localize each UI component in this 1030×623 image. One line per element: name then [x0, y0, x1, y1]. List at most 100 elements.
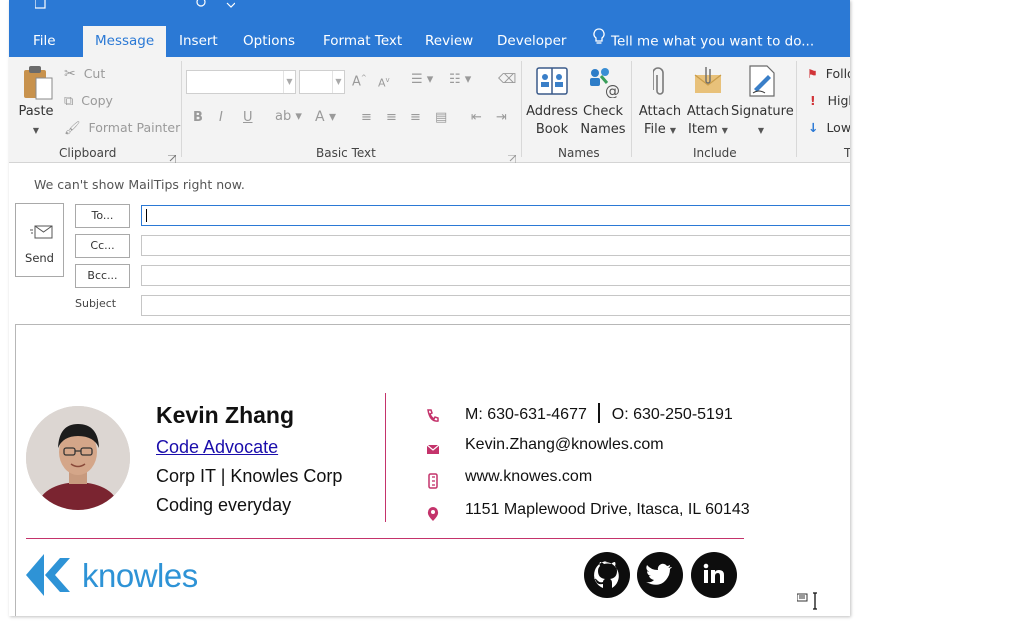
dialog-launcher-icon[interactable] — [508, 148, 517, 167]
ribbon: Paste ▼ ✂ Cut ⧉ Copy 🖌 Format Painter Cli… — [9, 57, 850, 163]
phone-icon — [425, 408, 441, 424]
outlook-message-window: File Message Insert Options Format Text … — [9, 0, 850, 616]
align-right-icon[interactable]: ≡ — [410, 110, 421, 125]
chevron-down-icon: ▼ — [721, 126, 728, 135]
chevron-down-icon: ▼ — [669, 126, 677, 135]
low-importance-button[interactable]: ↓ Low — [808, 120, 850, 135]
numbering-icon[interactable]: ☷ ▾ — [449, 72, 471, 87]
font-name-combo[interactable]: ▼ — [186, 70, 296, 94]
decrease-indent-icon[interactable]: ⇤ — [471, 110, 482, 125]
paste-button[interactable]: Paste ▼ — [15, 103, 57, 140]
chevron-down-icon: ▼ — [757, 126, 765, 135]
bcc-button[interactable]: Bcc... — [75, 264, 130, 288]
twitter-icon[interactable] — [637, 552, 683, 598]
text-caret — [146, 209, 147, 222]
signature-icon — [748, 65, 776, 101]
attach-file-label-2: File — [643, 122, 666, 137]
high-importance-button[interactable]: ! High — [810, 93, 850, 108]
signature-button[interactable]: Signature ▼ — [731, 103, 794, 140]
cut-label: Cut — [83, 66, 106, 81]
font-color-icon[interactable]: A ▾ — [315, 109, 336, 125]
address-book-icon — [536, 66, 568, 100]
lightbulb-icon — [593, 26, 605, 57]
paste-icon — [22, 65, 54, 105]
follow-up-button[interactable]: ⚑ Follo — [807, 66, 850, 81]
grow-font-icon[interactable]: A^ — [352, 74, 367, 89]
bcc-field[interactable] — [141, 265, 850, 286]
knowles-logo: knowles — [26, 553, 198, 602]
tab-options[interactable]: Options — [235, 26, 303, 57]
group-separator — [796, 61, 797, 157]
signature-title-link[interactable]: Code Advocate — [156, 437, 278, 458]
phone-separator — [598, 403, 601, 423]
mailtips-bar: We can't show MailTips right now. — [34, 177, 245, 192]
chevron-down-icon: ▼ — [332, 71, 344, 93]
names-group-label: Names — [558, 146, 600, 160]
signature-label: Signature — [731, 104, 794, 119]
address-book-button[interactable]: Address Book — [525, 103, 579, 139]
follow-up-label: Follo — [825, 66, 850, 81]
signature-name: Kevin Zhang — [156, 402, 295, 428]
attach-item-icon — [693, 65, 723, 99]
knowles-logo-mark — [26, 554, 70, 596]
justify-icon[interactable]: ▤ — [435, 110, 447, 125]
tags-group-label: T — [844, 146, 850, 160]
signature-email[interactable]: Kevin.Zhang@knowles.com — [465, 436, 664, 454]
copy-icon: ⧉ — [64, 94, 74, 109]
check-names-label-2: Names — [580, 122, 626, 137]
underline-icon[interactable]: U — [243, 110, 253, 125]
clear-formatting-icon[interactable]: ⌫ — [498, 72, 516, 87]
signature-office: O: 630-250-5191 — [611, 406, 733, 423]
send-envelope-icon — [30, 224, 54, 245]
bold-icon[interactable]: B — [193, 110, 203, 125]
tab-developer[interactable]: Developer — [489, 26, 574, 57]
format-painter-button[interactable]: 🖌 Format Painter — [64, 120, 180, 136]
subject-field[interactable] — [141, 295, 850, 316]
signature-website[interactable]: www.knowes.com — [465, 468, 592, 486]
linkedin-icon[interactable] — [691, 552, 737, 598]
font-size-combo[interactable]: ▼ — [299, 70, 345, 94]
tell-me-search[interactable]: Tell me what you want to do... — [585, 26, 822, 57]
cc-button[interactable]: Cc... — [75, 234, 130, 258]
shrink-font-icon[interactable]: Av — [378, 76, 390, 90]
align-left-icon[interactable]: ≡ — [361, 110, 372, 125]
cut-button[interactable]: ✂ Cut — [64, 66, 105, 82]
paste-label: Paste — [18, 104, 54, 119]
signature-divider-vertical — [385, 393, 386, 522]
increase-indent-icon[interactable]: ⇥ — [496, 110, 507, 125]
italic-icon[interactable]: I — [219, 110, 223, 125]
address-book-label-1: Address — [526, 104, 578, 119]
group-separator — [631, 61, 632, 157]
github-icon[interactable] — [584, 552, 630, 598]
attach-file-button[interactable]: Attach File ▼ — [637, 103, 683, 140]
bullets-icon[interactable]: ☰ ▾ — [411, 72, 433, 87]
highlight-icon[interactable]: ab ▾ — [275, 109, 302, 124]
to-field[interactable] — [141, 205, 850, 226]
tab-message[interactable]: Message — [83, 26, 167, 57]
copy-button[interactable]: ⧉ Copy — [64, 93, 113, 109]
ribbon-tab-bar: File Message Insert Options Format Text … — [9, 0, 850, 57]
email-icon — [425, 441, 441, 457]
attach-item-button[interactable]: Attach Item ▼ — [685, 103, 731, 140]
align-center-icon[interactable]: ≡ — [386, 110, 397, 125]
check-names-icon: @ — [587, 66, 621, 102]
tab-file[interactable]: File — [25, 26, 64, 57]
tab-insert[interactable]: Insert — [171, 26, 226, 57]
address-book-label-2: Book — [535, 122, 569, 137]
knowles-logo-text: knowles — [82, 557, 198, 594]
tab-format-text[interactable]: Format Text — [315, 26, 410, 57]
clipboard-group-label: Clipboard — [59, 146, 117, 160]
website-icon — [425, 473, 441, 489]
paste-options-and-text-cursor — [796, 592, 823, 616]
check-names-button[interactable]: Check Names — [579, 103, 627, 139]
exclamation-icon: ! — [810, 93, 816, 108]
tell-me-text: Tell me what you want to do... — [611, 33, 815, 50]
cc-field[interactable] — [141, 235, 850, 256]
tab-review[interactable]: Review — [417, 26, 481, 57]
flag-icon: ⚑ — [807, 67, 818, 81]
to-button[interactable]: To... — [75, 204, 130, 228]
send-button[interactable]: Send — [15, 203, 64, 277]
signature-divider-horizontal — [26, 538, 744, 539]
dialog-launcher-icon[interactable] — [168, 148, 177, 167]
attach-item-label-2: Item — [688, 122, 718, 137]
